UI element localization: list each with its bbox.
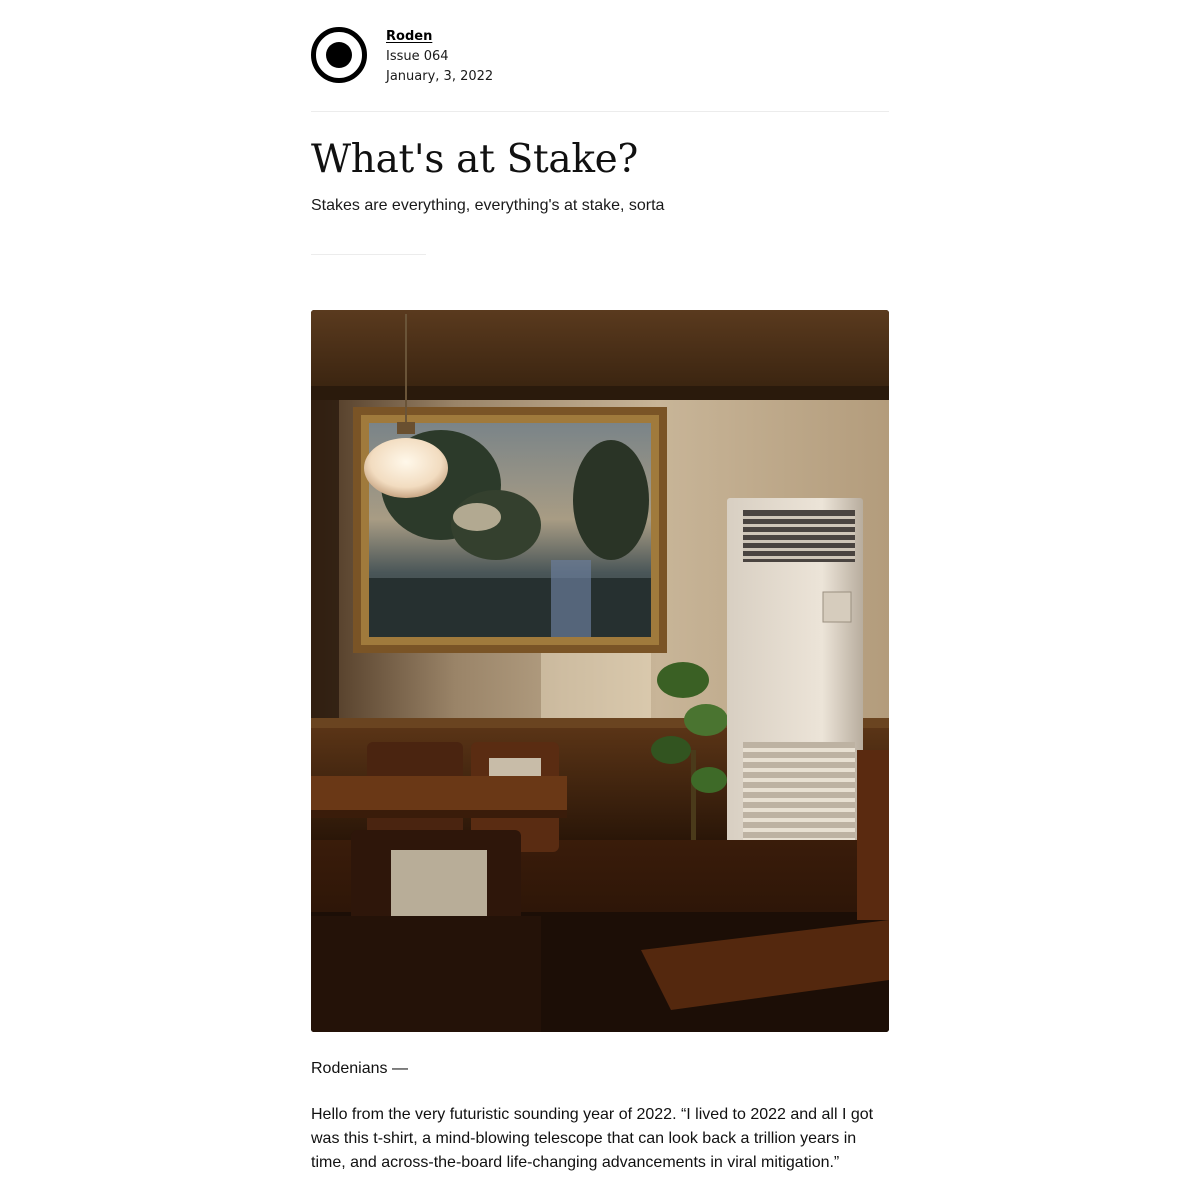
article-subtitle: Stakes are everything, everything's at s… [311,197,665,214]
masthead: Roden Issue 064 January, 3, 2022 [311,27,889,87]
salutation: Rodenians — [311,1060,408,1077]
title-divider [311,254,426,255]
circle-dot-logo-icon[interactable] [311,27,367,83]
header-divider [311,111,889,112]
logo-dot [326,42,352,68]
issue-date: January, 3, 2022 [386,69,494,84]
issue-meta: Roden Issue 064 January, 3, 2022 [386,27,493,87]
body-paragraph: Hello from the very futuristic sounding … [311,1106,874,1171]
hero-photo [311,310,889,1032]
issue-number: Issue 064 [386,49,449,64]
publication-name-link[interactable]: Roden [386,27,493,47]
article-title: What's at Stake? [311,137,639,182]
newsletter-page: Roden Issue 064 January, 3, 2022 What's … [0,0,1200,1200]
